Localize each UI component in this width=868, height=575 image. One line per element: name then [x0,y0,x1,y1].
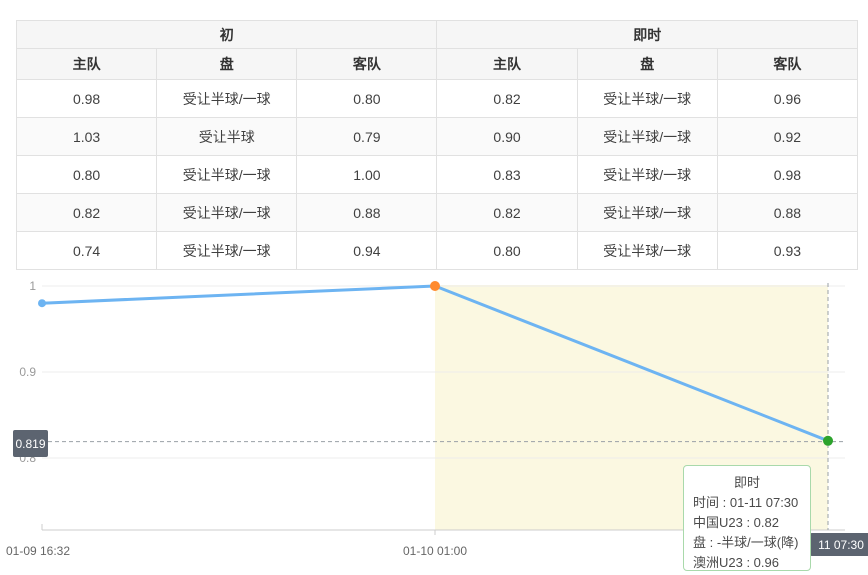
odds-cell: 0.80 [437,232,577,270]
odds-cell: 0.92 [717,118,857,156]
table-row: 1.03受让半球0.790.90受让半球/一球0.92 [17,118,858,156]
odds-cell: 受让半球/一球 [577,232,717,270]
odds-cell: 1.03 [17,118,157,156]
table-row: 0.80受让半球/一球1.000.83受让半球/一球0.98 [17,156,858,194]
odds-cell: 0.79 [297,118,437,156]
odds-cell: 0.82 [437,194,577,232]
group-header-initial: 初 [17,21,437,49]
odds-cell: 0.83 [437,156,577,194]
odds-cell: 0.74 [17,232,157,270]
odds-cell: 受让半球/一球 [157,194,297,232]
data-point[interactable] [430,281,440,291]
column-header: 主队 [437,49,577,80]
odds-cell: 受让半球/一球 [577,118,717,156]
x-axis-label: 01-09 16:32 [6,544,70,558]
odds-cell: 0.82 [437,80,577,118]
column-header: 盘 [577,49,717,80]
table-column-header-row: 主队盘客队主队盘客队 [17,49,858,80]
odds-cell: 受让半球/一球 [577,156,717,194]
x-axis-label: 01-10 01:00 [403,544,467,558]
tooltip-line: 盘 : -半球/一球(降) [693,533,801,553]
odds-cell: 0.82 [17,194,157,232]
data-point[interactable] [38,299,46,307]
tooltip-title: 即时 [693,473,801,493]
odds-cell: 0.88 [717,194,857,232]
x-axis-pointer-badge: 11 07:30 [810,533,868,556]
odds-cell: 0.93 [717,232,857,270]
odds-cell: 受让半球 [157,118,297,156]
group-header-live: 即时 [437,21,858,49]
odds-page: 初 即时 主队盘客队主队盘客队 0.98受让半球/一球0.800.82受让半球/… [0,0,868,575]
y-axis-pointer-badge: 0.819 [13,430,48,457]
column-header: 盘 [157,49,297,80]
column-header: 主队 [17,49,157,80]
odds-cell: 受让半球/一球 [157,156,297,194]
y-axis-label: 1 [2,279,36,293]
odds-cell: 0.80 [17,156,157,194]
tooltip-line: 时间 : 01-11 07:30 [693,493,801,513]
odds-cell: 受让半球/一球 [157,80,297,118]
table-row: 0.82受让半球/一球0.880.82受让半球/一球0.88 [17,194,858,232]
table-row: 0.98受让半球/一球0.800.82受让半球/一球0.96 [17,80,858,118]
odds-cell: 0.98 [717,156,857,194]
odds-cell: 0.96 [717,80,857,118]
chart-tooltip: 即时 时间 : 01-11 07:30 中国U23 : 0.82 盘 : -半球… [683,465,811,571]
odds-cell: 受让半球/一球 [157,232,297,270]
odds-cell: 受让半球/一球 [577,80,717,118]
data-point[interactable] [823,436,833,446]
odds-cell: 0.88 [297,194,437,232]
tooltip-line: 澳洲U23 : 0.96 [693,553,801,573]
table-group-header-row: 初 即时 [17,21,858,49]
odds-cell: 0.90 [437,118,577,156]
odds-cell: 0.94 [297,232,437,270]
odds-cell: 受让半球/一球 [577,194,717,232]
column-header: 客队 [717,49,857,80]
column-header: 客队 [297,49,437,80]
odds-chart[interactable]: 10.90.8 01-09 16:3201-10 01:00 0.819 11 … [0,266,868,575]
y-axis-label: 0.9 [2,365,36,379]
odds-table: 初 即时 主队盘客队主队盘客队 0.98受让半球/一球0.800.82受让半球/… [16,20,858,270]
odds-cell: 0.80 [297,80,437,118]
odds-cell: 0.98 [17,80,157,118]
odds-cell: 1.00 [297,156,437,194]
tooltip-line: 中国U23 : 0.82 [693,513,801,533]
table-row: 0.74受让半球/一球0.940.80受让半球/一球0.93 [17,232,858,270]
